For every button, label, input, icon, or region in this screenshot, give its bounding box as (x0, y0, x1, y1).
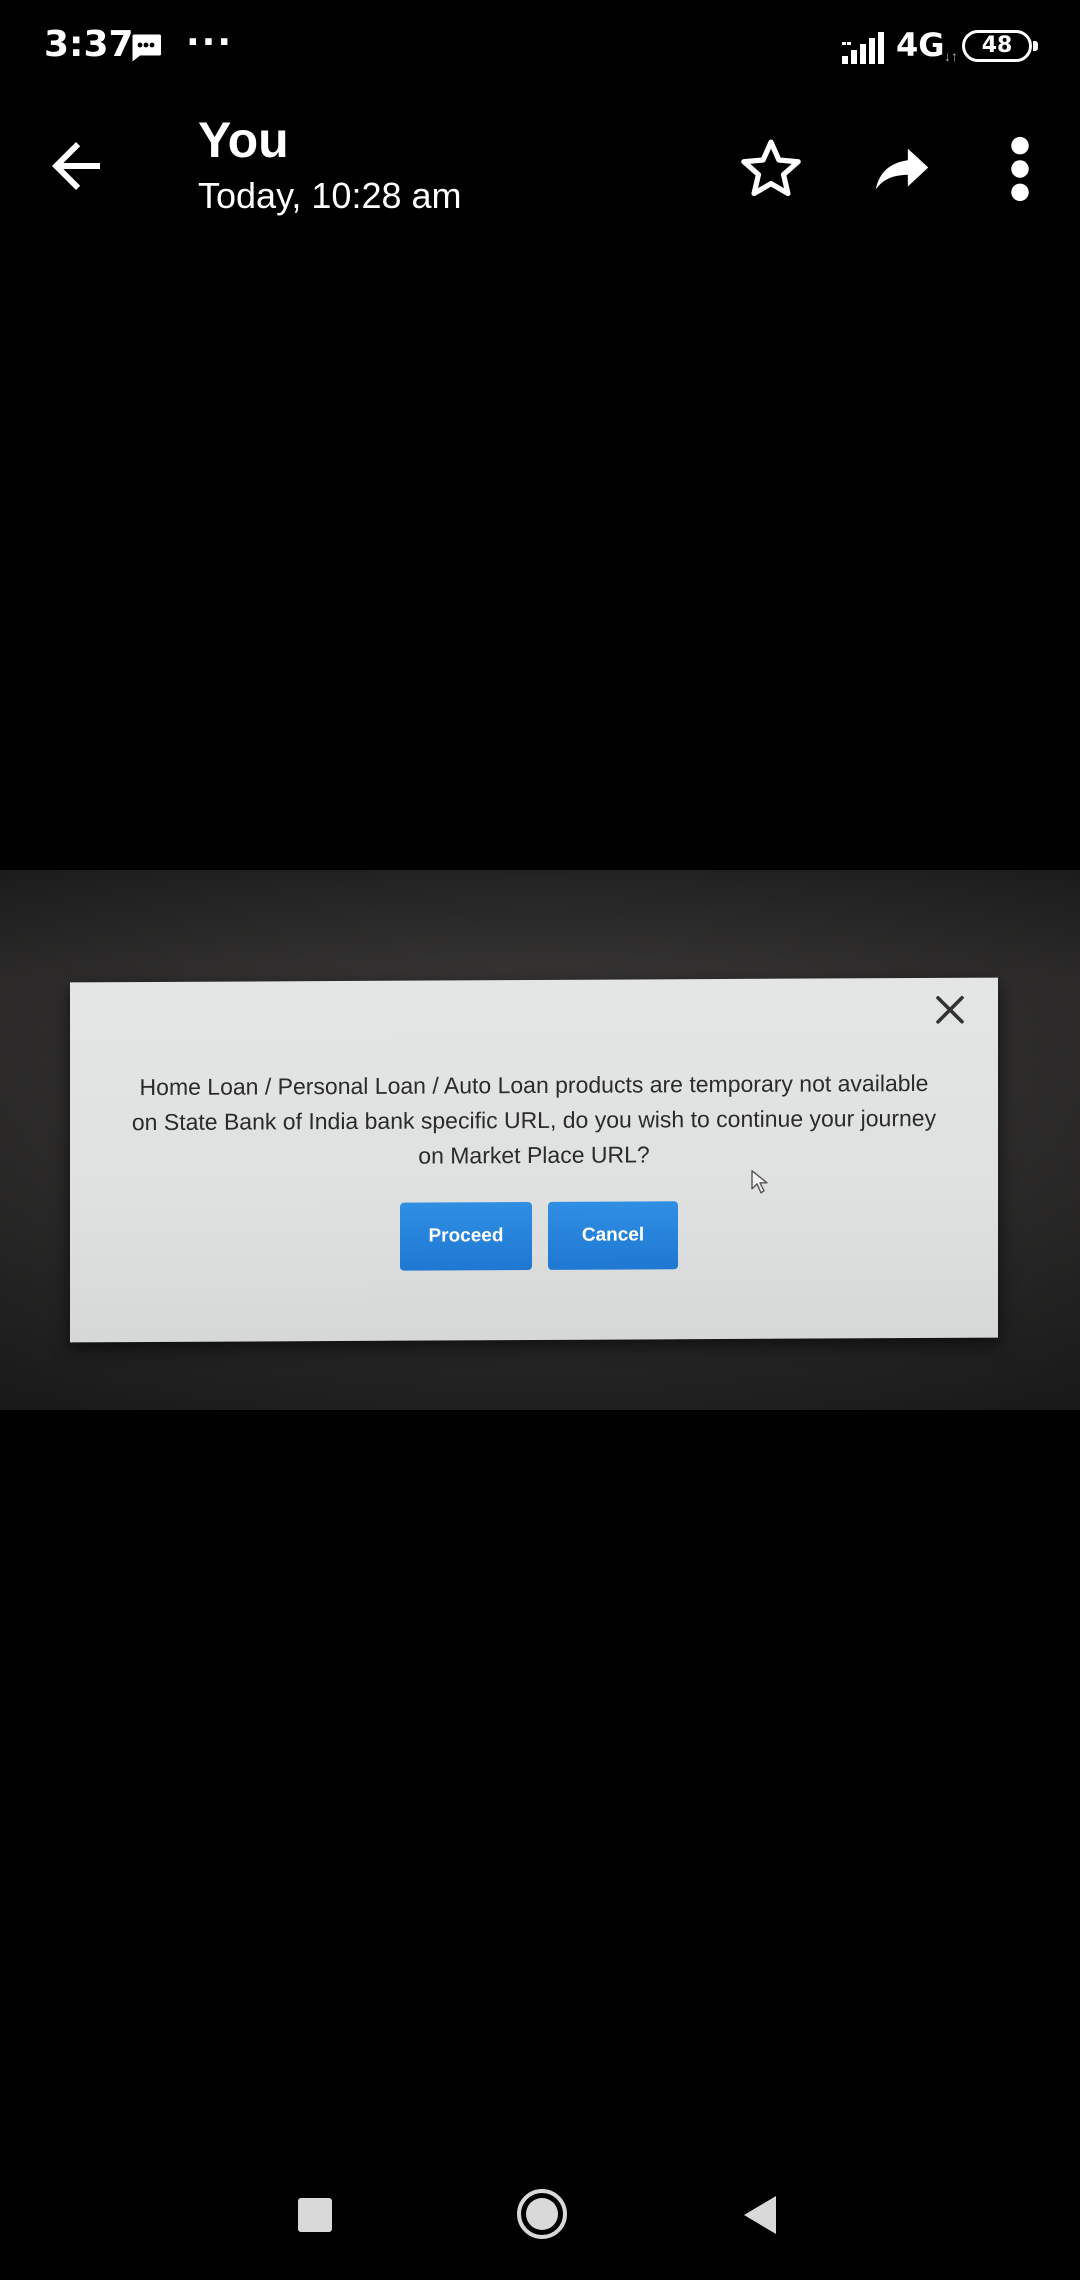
battery-icon: 48 (962, 30, 1038, 62)
title-block: You Today, 10:28 am (198, 110, 462, 220)
app-bar: You Today, 10:28 am (0, 96, 1080, 246)
network-type-label: 4G (896, 26, 945, 64)
close-icon (936, 995, 964, 1024)
recents-icon[interactable] (298, 2198, 332, 2232)
mouse-cursor-icon (751, 1170, 768, 1194)
proceed-button: Proceed (400, 1202, 532, 1271)
dialog-message: Home Loan / Personal Loan / Auto Loan pr… (131, 1069, 937, 1169)
status-time: 3:37 (44, 24, 134, 65)
more-notifications-indicator: ··· (186, 22, 234, 63)
status-bar: 3:37 ··· 4G ↓↑ 48 (0, 0, 1080, 96)
signal-icon (842, 32, 884, 64)
sender-title: You (198, 112, 289, 168)
navigation-bar (0, 2140, 1080, 2280)
back-arrow-icon[interactable] (40, 130, 112, 202)
star-icon[interactable] (736, 134, 806, 204)
back-icon[interactable] (742, 2194, 778, 2236)
dialog-box: Home Loan / Personal Loan / Auto Loan pr… (70, 977, 998, 1343)
overflow-menu-icon[interactable] (1000, 134, 1040, 204)
battery-level: 48 (981, 33, 1013, 58)
timestamp-subtitle: Today, 10:28 am (198, 175, 462, 216)
home-icon[interactable] (514, 2186, 570, 2242)
screen: 3:37 ··· 4G ↓↑ 48 You Today, 10:28 am Ho… (0, 0, 1080, 2280)
message-icon (132, 34, 161, 62)
cancel-button: Cancel (548, 1201, 678, 1270)
share-icon[interactable] (866, 134, 938, 204)
photo-image[interactable]: Home Loan / Personal Loan / Auto Loan pr… (0, 870, 1080, 1410)
data-activity-icon: ↓↑ (944, 48, 958, 64)
